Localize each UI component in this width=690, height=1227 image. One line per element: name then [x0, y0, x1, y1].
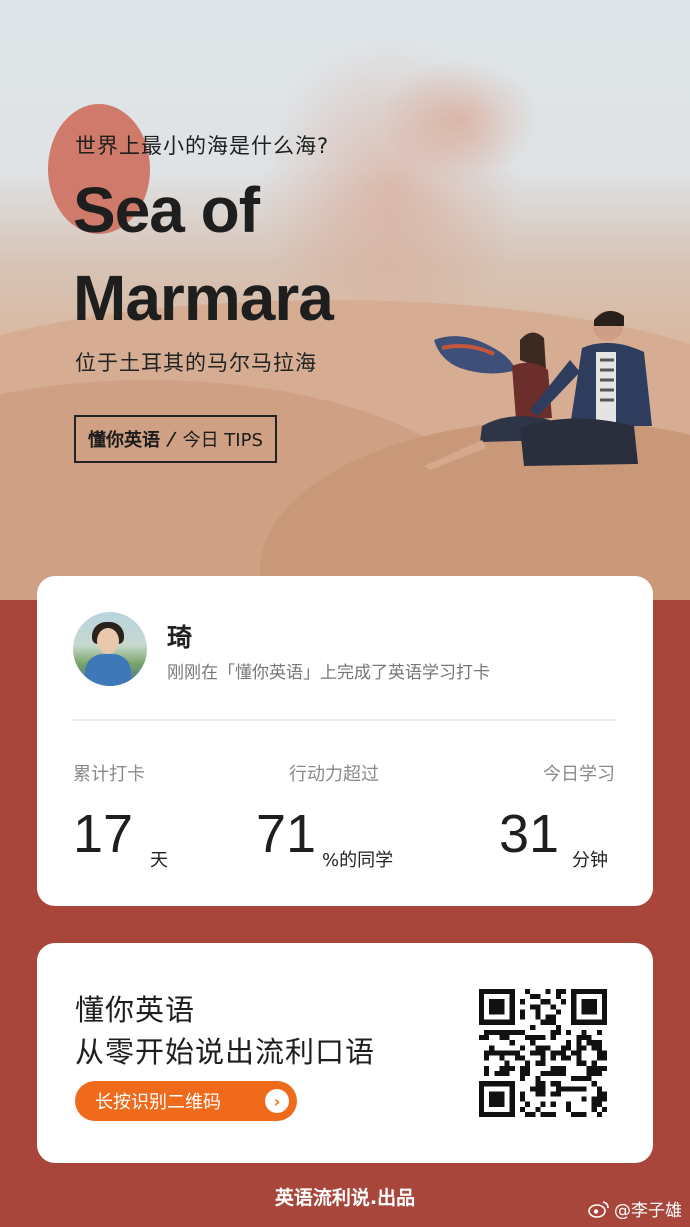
user-checkin-description: 刚刚在「懂你英语」上完成了英语学习打卡 [167, 663, 490, 683]
scan-qr-label: 长按识别二维码 [95, 1092, 221, 1113]
tag-brand: 懂你英语 [88, 430, 160, 451]
qr-code[interactable] [479, 989, 607, 1117]
stat-unit-total-days: 天 [150, 850, 168, 871]
watermark-text: @李子雄 [614, 1201, 682, 1221]
stat-value-today: 31 [499, 804, 560, 864]
avatar-face [97, 628, 119, 654]
chevron-right-icon: › [265, 1089, 289, 1113]
stat-value-outperform: 71 [256, 804, 317, 864]
weibo-watermark: @李子雄 [588, 1196, 682, 1221]
stat-unit-outperform: %的同学 [322, 850, 394, 871]
promo-card: 懂你英语 从零开始说出流利口语 长按识别二维码 › [37, 943, 653, 1163]
divider [73, 719, 617, 721]
avatar [73, 612, 147, 686]
stat-unit-today: 分钟 [572, 850, 608, 871]
promo-app-name: 懂你英语 [75, 993, 196, 1027]
stat-label-total-days: 累计打卡 [73, 764, 145, 785]
tips-tag: 懂你英语 / 今日 TIPS [74, 415, 277, 463]
stat-label-today: 今日学习 [543, 764, 615, 785]
user-name: 琦 [167, 623, 193, 652]
tag-tips: 今日 TIPS [182, 430, 263, 451]
hero-banner: 世界上最小的海是什么海? Sea of Marmara 位于土耳其的马尔马拉海 … [0, 0, 690, 600]
headline-subtitle: 位于土耳其的马尔马拉海 [75, 351, 317, 375]
checkin-card: 琦 刚刚在「懂你英语」上完成了英语学习打卡 累计打卡 行动力超过 今日学习 17… [37, 576, 653, 906]
scan-qr-button[interactable]: 长按识别二维码 › [75, 1081, 297, 1121]
sand-plume-2 [380, 60, 540, 180]
footer-brand: 英语流利说.出品 [274, 1187, 416, 1209]
promo-slogan: 从零开始说出流利口语 [75, 1035, 376, 1069]
tag-slash: / [165, 428, 178, 450]
question-title: 世界上最小的海是什么海? [75, 134, 330, 158]
stat-label-outperform: 行动力超过 [289, 764, 379, 785]
weibo-icon [588, 1200, 609, 1218]
avatar-body [85, 654, 131, 686]
headline-title: Sea of Marmara [73, 174, 334, 334]
stat-value-total-days: 17 [73, 804, 134, 864]
